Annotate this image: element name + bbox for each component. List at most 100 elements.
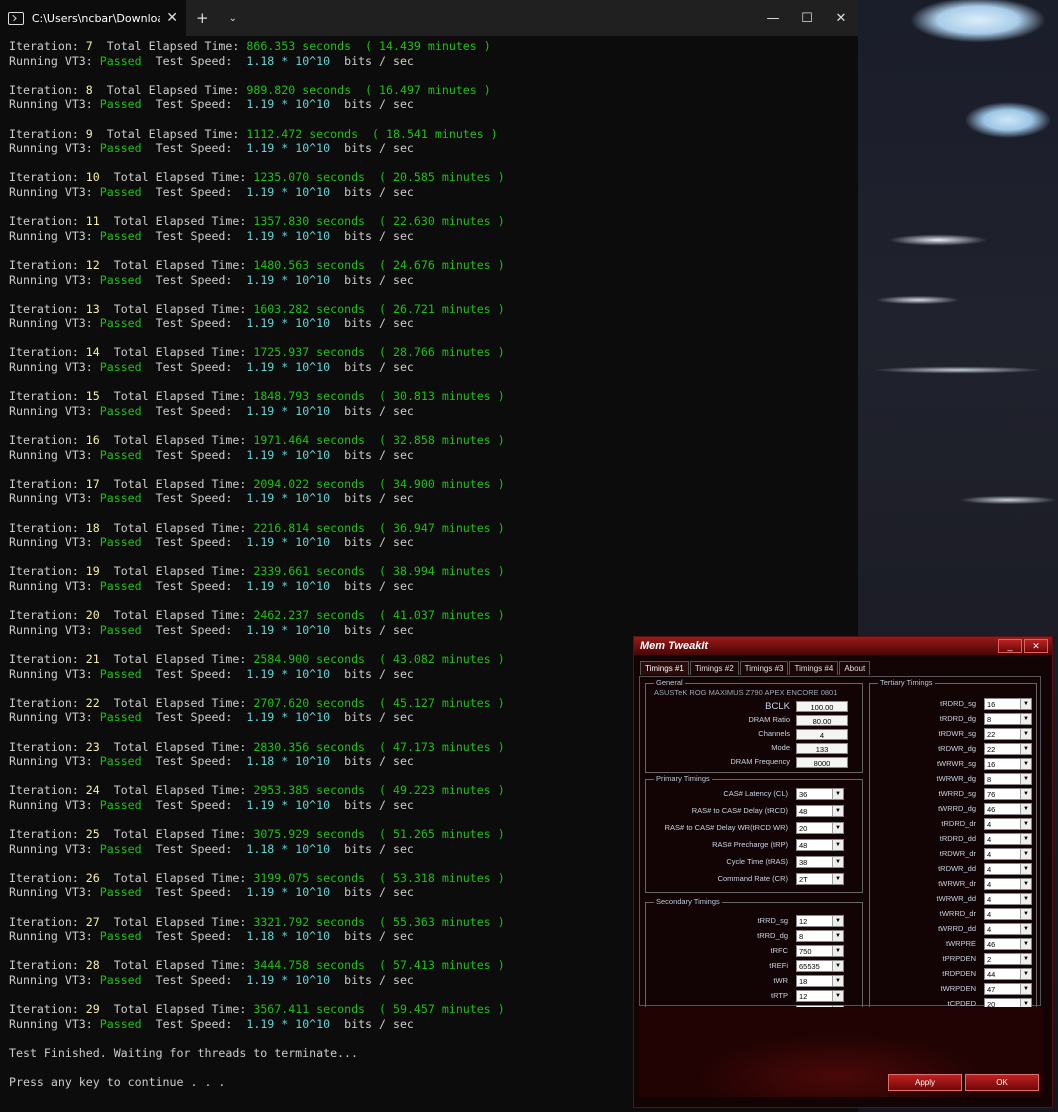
- chevron-down-icon[interactable]: ▼: [1020, 894, 1031, 904]
- chevron-down-icon[interactable]: ▼: [832, 991, 843, 1001]
- chevron-down-icon[interactable]: ▼: [1020, 864, 1031, 874]
- chevron-down-icon[interactable]: ▼: [832, 916, 843, 926]
- timing-select-trtp[interactable]: 12 ▼: [796, 990, 844, 1002]
- chevron-down-icon[interactable]: ▼: [1020, 789, 1031, 799]
- timing-select-trdrd-dr[interactable]: 4 ▼: [984, 818, 1032, 830]
- chevron-down-icon[interactable]: ▼: [1020, 849, 1031, 859]
- timing-select-twrpre[interactable]: 46 ▼: [984, 938, 1032, 950]
- chevron-down-icon[interactable]: ▼: [1020, 834, 1031, 844]
- timing-select-tprpden[interactable]: 2 ▼: [984, 953, 1032, 965]
- chevron-down-icon[interactable]: ▼: [1020, 714, 1031, 724]
- chevron-down-icon[interactable]: ▼: [1020, 804, 1031, 814]
- timing-select-twrwr-dd[interactable]: 4 ▼: [984, 893, 1032, 905]
- iteration-label: Iteration:: [9, 520, 79, 535]
- timing-select-command-rate-cr-[interactable]: 2T ▼: [796, 873, 844, 885]
- chevron-down-icon[interactable]: ▼: [832, 976, 843, 986]
- terminal-tab[interactable]: C:\Users\ncbar\Downloads\y- ✕: [0, 0, 186, 36]
- tab-timings-1[interactable]: Timings #1: [640, 661, 689, 675]
- chevron-down-icon[interactable]: ▼: [832, 789, 843, 799]
- timing-select-trdrd-dg[interactable]: 8 ▼: [984, 713, 1032, 725]
- minutes-label: minutes ): [441, 870, 505, 885]
- timing-label: tWRRD_dr: [939, 909, 976, 918]
- tab-timings-3[interactable]: Timings #3: [739, 661, 789, 675]
- new-tab-button[interactable]: +: [186, 9, 219, 27]
- maximize-button[interactable]: ☐: [790, 11, 824, 26]
- chevron-down-icon[interactable]: ▼: [1020, 984, 1031, 994]
- chevron-down-icon[interactable]: ▼: [1020, 924, 1031, 934]
- close-tab-icon[interactable]: ✕: [166, 10, 178, 26]
- ok-button[interactable]: OK: [965, 1074, 1039, 1091]
- test-speed-label: Test Speed:: [155, 1016, 233, 1031]
- status-line: Running VT3: Passed Test Speed: 1.19 * 1…: [9, 360, 858, 375]
- timing-select-ras-to-cas-delay-trcd-[interactable]: 48 ▼: [796, 805, 844, 817]
- timing-select-trdpden[interactable]: 44 ▼: [984, 968, 1032, 980]
- passed-status: Passed: [99, 1016, 142, 1031]
- apply-button[interactable]: Apply: [888, 1074, 962, 1091]
- chevron-down-icon[interactable]: ▼: [832, 931, 843, 941]
- chevron-down-icon[interactable]: ▼: [832, 857, 843, 867]
- chevron-down-icon[interactable]: ▼: [1020, 969, 1031, 979]
- tab-about[interactable]: About: [839, 661, 871, 675]
- timing-select-twrrd-dg[interactable]: 46 ▼: [984, 803, 1032, 815]
- close-window-button[interactable]: ✕: [824, 11, 858, 26]
- timing-value: 4: [987, 865, 992, 874]
- chevron-down-icon[interactable]: ▼: [1020, 729, 1031, 739]
- timing-select-trdwr-dd[interactable]: 4 ▼: [984, 863, 1032, 875]
- test-speed-value: 1.19: [246, 184, 275, 199]
- timing-value: 18: [799, 977, 808, 986]
- timing-select-ras-precharge-trp-[interactable]: 48 ▼: [796, 839, 844, 851]
- test-speed-label: Test Speed:: [155, 797, 233, 812]
- minimize-button[interactable]: —: [756, 11, 790, 26]
- timing-select-trdrd-dd[interactable]: 4 ▼: [984, 833, 1032, 845]
- passed-status: Passed: [99, 272, 142, 287]
- timing-select-trrd-dg[interactable]: 8 ▼: [796, 930, 844, 942]
- tab-timings-2[interactable]: Timings #2: [689, 661, 739, 675]
- iteration-label: Iteration:: [9, 739, 79, 754]
- chevron-down-icon[interactable]: ▼: [1020, 939, 1031, 949]
- chevron-down-icon[interactable]: ▼: [1020, 909, 1031, 919]
- bits-per-sec-label: bits / sec: [344, 360, 414, 375]
- timing-select-twrrd-dr[interactable]: 4 ▼: [984, 908, 1032, 920]
- timing-label: tRDWR_dd: [938, 864, 976, 873]
- timing-select-twrwr-dr[interactable]: 4 ▼: [984, 878, 1032, 890]
- chevron-down-icon[interactable]: ▼: [1020, 744, 1031, 754]
- timing-select-twrwr-sg[interactable]: 16 ▼: [984, 758, 1032, 770]
- timing-select-trdwr-sg[interactable]: 22 ▼: [984, 728, 1032, 740]
- timing-select-trdrd-sg[interactable]: 16 ▼: [984, 698, 1032, 710]
- chevron-down-icon[interactable]: ▼: [1020, 774, 1031, 784]
- chevron-down-icon[interactable]: ▼: [1020, 759, 1031, 769]
- timing-select-trdwr-dr[interactable]: 4 ▼: [984, 848, 1032, 860]
- chevron-down-icon[interactable]: ▼: [832, 961, 843, 971]
- timing-select-twr[interactable]: 18 ▼: [796, 975, 844, 987]
- mt-minimize-button[interactable]: _: [998, 639, 1022, 653]
- timing-select-trfc[interactable]: 750 ▼: [796, 945, 844, 957]
- timing-select-trefi[interactable]: 65535 ▼: [796, 960, 844, 972]
- timing-select-trdwr-dg[interactable]: 22 ▼: [984, 743, 1032, 755]
- timing-select-ras-to-cas-delay-wr-trcd-wr-[interactable]: 20 ▼: [796, 822, 844, 834]
- chevron-down-icon[interactable]: ▼: [1020, 954, 1031, 964]
- tab-timings-4[interactable]: Timings #4: [789, 661, 839, 675]
- chevron-down-icon[interactable]: ▼: [832, 946, 843, 956]
- mt-close-button[interactable]: ✕: [1024, 639, 1048, 653]
- tab-dropdown-icon[interactable]: ⌄: [219, 13, 247, 24]
- timing-select-twrpden[interactable]: 47 ▼: [984, 983, 1032, 995]
- iteration-line: Iteration: 7 Total Elapsed Time: 866.353…: [9, 39, 858, 54]
- chevron-down-icon[interactable]: ▼: [1020, 879, 1031, 889]
- elapsed-seconds: 3567.411: [253, 1002, 310, 1017]
- running-label: Running VT3:: [9, 929, 93, 944]
- chevron-down-icon[interactable]: ▼: [832, 874, 843, 884]
- chevron-down-icon[interactable]: ▼: [1020, 819, 1031, 829]
- timing-select-trrd-sg[interactable]: 12 ▼: [796, 915, 844, 927]
- open-paren: (: [365, 39, 373, 53]
- timing-select-twrrd-sg[interactable]: 76 ▼: [984, 788, 1032, 800]
- chevron-down-icon[interactable]: ▼: [832, 806, 843, 816]
- chevron-down-icon[interactable]: ▼: [832, 840, 843, 850]
- timing-select-cas-latency-cl-[interactable]: 36 ▼: [796, 788, 844, 800]
- timing-select-twrwr-dg[interactable]: 8 ▼: [984, 773, 1032, 785]
- chevron-down-icon[interactable]: ▼: [1020, 699, 1031, 709]
- timing-select-twrrd-dd[interactable]: 4 ▼: [984, 923, 1032, 935]
- status-line: Running VT3: Passed Test Speed: 1.19 * 1…: [9, 535, 858, 550]
- timing-select-cycle-time-tras-[interactable]: 38 ▼: [796, 856, 844, 868]
- bits-per-sec-label: bits / sec: [344, 710, 414, 725]
- chevron-down-icon[interactable]: ▼: [832, 823, 843, 833]
